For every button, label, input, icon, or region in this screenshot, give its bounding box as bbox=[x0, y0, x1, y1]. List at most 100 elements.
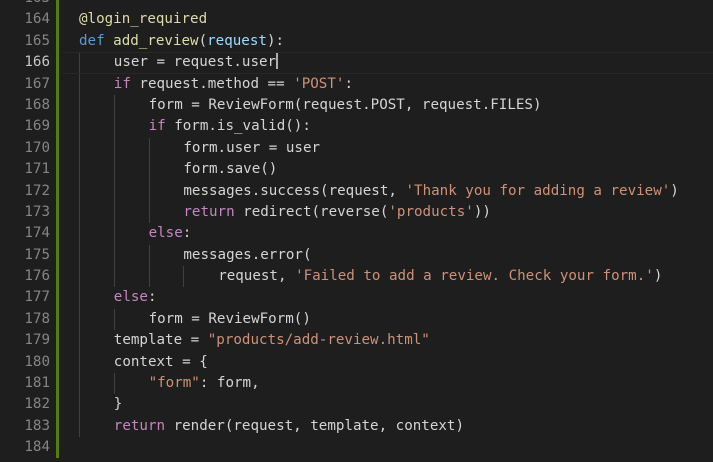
code-line[interactable]: 175 messages.error( bbox=[0, 244, 713, 267]
code-text[interactable]: messages.success(request, 'Thank you for… bbox=[183, 181, 678, 202]
code-text[interactable]: } bbox=[114, 394, 123, 415]
indent-guide bbox=[148, 159, 150, 181]
indent-guide bbox=[79, 287, 80, 309]
code-line[interactable]: 164 @login_required bbox=[0, 9, 713, 30]
line-number[interactable]: 165 bbox=[0, 31, 50, 52]
code-text[interactable]: def add_review(request): bbox=[79, 31, 284, 52]
code-line[interactable]: 168 form = ReviewForm(request.POST, reque… bbox=[0, 94, 713, 117]
code-text[interactable]: context = { bbox=[114, 352, 208, 373]
code-token: else bbox=[148, 225, 183, 242]
code-line[interactable]: 176 request, 'Failed to add a review. Che… bbox=[0, 266, 713, 288]
code-token: 'products' bbox=[388, 203, 474, 220]
text-cursor bbox=[276, 52, 278, 70]
line-number[interactable]: 184 bbox=[0, 437, 50, 458]
code-editor[interactable]: 163164@login_required165def add_review(r… bbox=[0, 0, 713, 462]
line-number[interactable]: 173 bbox=[0, 202, 50, 223]
code-text[interactable]: else: bbox=[149, 223, 192, 244]
code-text[interactable]: return redirect(reverse('products')) bbox=[183, 202, 491, 223]
code-text[interactable]: if request.method == 'POST': bbox=[114, 74, 353, 95]
code-token: )) bbox=[473, 203, 491, 220]
indent-guide bbox=[113, 308, 115, 331]
code-text[interactable]: template = "products/add-review.html" bbox=[114, 330, 430, 351]
indent-guide bbox=[79, 394, 80, 416]
code-token: add_review bbox=[113, 32, 199, 49]
line-number[interactable]: 170 bbox=[0, 138, 50, 159]
code-text[interactable]: form.save() bbox=[183, 159, 277, 180]
line-number[interactable]: 166 bbox=[0, 52, 50, 73]
indent-guide bbox=[183, 266, 185, 288]
code-line[interactable]: 182} bbox=[0, 394, 713, 416]
code-token: render(request, template, context) bbox=[165, 417, 465, 434]
line-number[interactable]: 176 bbox=[0, 266, 50, 287]
code-line[interactable]: 183 return render(request, template, cont… bbox=[0, 415, 713, 438]
code-line[interactable]: 169 if form.is_valid(): bbox=[0, 116, 713, 138]
indent-guide bbox=[148, 137, 150, 160]
indent-guide bbox=[79, 351, 80, 374]
line-number[interactable]: 180 bbox=[0, 352, 50, 373]
code-token: : bbox=[344, 75, 353, 92]
code-line[interactable]: 177 else: bbox=[0, 287, 713, 309]
code-line[interactable]: 167 if request.method == 'POST': bbox=[0, 73, 713, 95]
code-token: ) bbox=[653, 268, 663, 285]
indent-guide bbox=[148, 201, 150, 224]
indent-guide bbox=[113, 266, 115, 288]
code-text[interactable]: user = request.user bbox=[114, 52, 278, 73]
code-text[interactable]: messages.error( bbox=[183, 245, 311, 266]
indent-guide bbox=[79, 201, 80, 224]
code-token: context = { bbox=[113, 353, 208, 370]
line-number[interactable]: 167 bbox=[0, 74, 50, 95]
line-number[interactable]: 182 bbox=[0, 394, 50, 415]
code-line[interactable]: 165 def add_review(request): bbox=[0, 31, 713, 52]
indent-guide bbox=[113, 180, 115, 202]
code-text[interactable]: return render(request, template, context… bbox=[114, 416, 464, 437]
line-number[interactable]: 183 bbox=[0, 416, 50, 437]
code-text[interactable]: "form": form, bbox=[149, 373, 260, 394]
code-token: def bbox=[79, 32, 105, 49]
code-token: @login_required bbox=[79, 11, 208, 28]
code-token: 'POST' bbox=[293, 75, 345, 92]
line-number[interactable]: 164 bbox=[0, 9, 50, 30]
line-number[interactable]: 163 bbox=[0, 0, 50, 9]
code-line[interactable]: 181 "form": form, bbox=[0, 373, 713, 395]
code-line[interactable]: 180 context = { bbox=[0, 351, 713, 374]
line-number[interactable]: 174 bbox=[0, 223, 50, 244]
code-line[interactable]: 174 else: bbox=[0, 223, 713, 245]
code-text[interactable]: form = ReviewForm(request.POST, request.… bbox=[149, 95, 542, 116]
code-line[interactable]: 171 form.save() bbox=[0, 159, 713, 181]
line-number[interactable]: 171 bbox=[0, 159, 50, 180]
code-text[interactable]: form.user = user bbox=[183, 138, 320, 159]
line-number[interactable]: 175 bbox=[0, 245, 50, 266]
code-text[interactable]: if form.is_valid(): bbox=[149, 116, 311, 137]
line-number[interactable]: 178 bbox=[0, 309, 50, 330]
code-text[interactable]: form = ReviewForm() bbox=[149, 309, 311, 330]
code-token: ): bbox=[266, 32, 285, 49]
code-line[interactable]: 184 bbox=[0, 437, 713, 458]
code-token: "products/add-review.html" bbox=[207, 332, 430, 349]
code-token: return bbox=[183, 203, 235, 220]
code-line[interactable]: 166 user = request.user bbox=[0, 52, 713, 74]
line-number[interactable]: 172 bbox=[0, 181, 50, 202]
line-number[interactable]: 181 bbox=[0, 373, 50, 394]
code-text[interactable]: else: bbox=[114, 287, 157, 308]
code-line[interactable]: 173 return redirect(reverse('products')) bbox=[0, 201, 713, 224]
code-text[interactable]: request, 'Failed to add a review. Check … bbox=[218, 266, 662, 287]
code-line[interactable]: 179 template = "products/add-review.html" bbox=[0, 330, 713, 352]
indent-guide bbox=[79, 373, 80, 395]
indent-guide bbox=[79, 159, 80, 181]
code-token: form = ReviewForm() bbox=[148, 310, 311, 327]
indent-guide bbox=[79, 223, 80, 245]
line-number[interactable]: 179 bbox=[0, 330, 50, 351]
code-text[interactable]: @login_required bbox=[79, 9, 207, 30]
code-token: ( bbox=[198, 32, 208, 49]
indent-guide bbox=[148, 180, 150, 202]
code-token: form.user = user bbox=[183, 139, 321, 156]
code-line[interactable]: 163 bbox=[0, 0, 713, 9]
line-number[interactable]: 168 bbox=[0, 95, 50, 116]
line-number[interactable]: 169 bbox=[0, 116, 50, 137]
code-line[interactable]: 178 form = ReviewForm() bbox=[0, 308, 713, 331]
code-line[interactable]: 170 form.user = user bbox=[0, 137, 713, 160]
indent-guide bbox=[148, 266, 150, 288]
code-line[interactable]: 172 messages.success(request, 'Thank you … bbox=[0, 180, 713, 202]
indent-guide bbox=[79, 330, 80, 352]
line-number[interactable]: 177 bbox=[0, 287, 50, 308]
